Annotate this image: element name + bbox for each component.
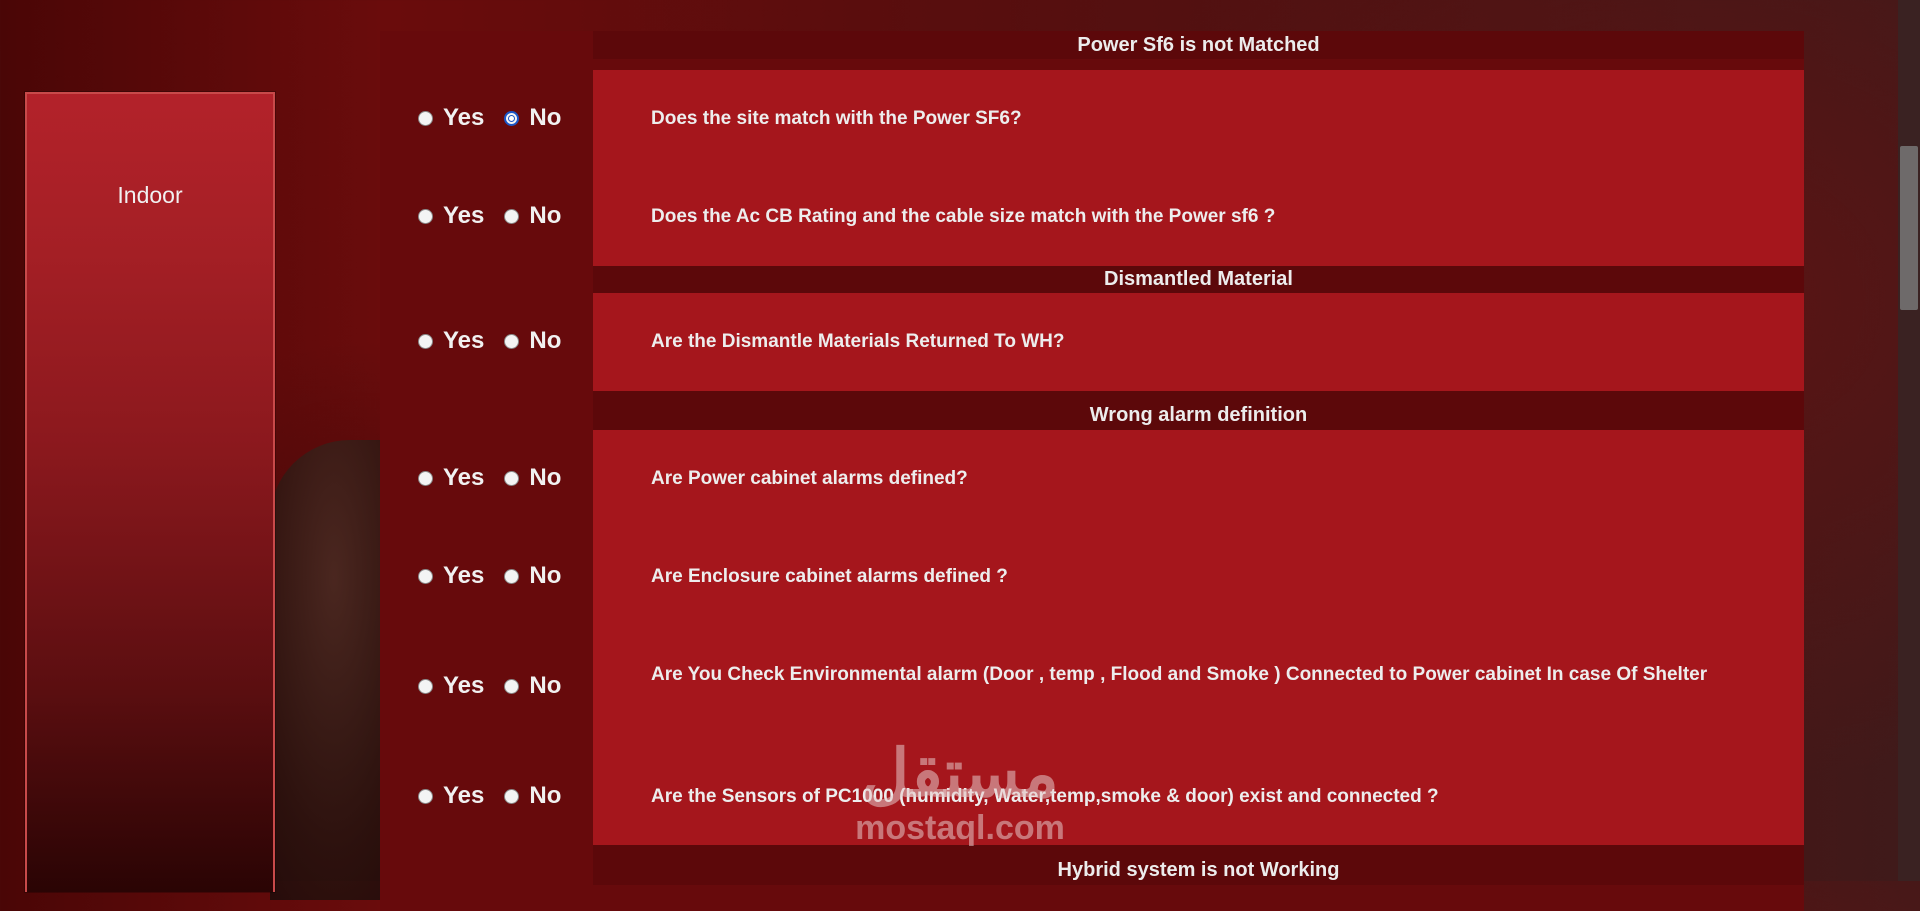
content-block [593, 430, 1804, 845]
yes-radio[interactable] [418, 208, 433, 224]
radio-group-q1: Yes No [418, 103, 593, 133]
no-label: No [529, 562, 562, 589]
no-label: No [529, 104, 562, 131]
question-text: Does the site match with the Power SF6? [651, 108, 1022, 129]
section-header: Power Sf6 is not Matched [593, 31, 1804, 59]
sidebar: Indoor [25, 92, 275, 892]
yes-radio[interactable] [418, 568, 433, 584]
section-header: Dismantled Material [593, 266, 1804, 293]
no-radio[interactable] [504, 208, 520, 224]
checklist-panel: Power Sf6 is not Matched Yes No Does the… [380, 31, 1804, 911]
no-label: No [529, 672, 562, 699]
no-radio[interactable] [504, 678, 520, 694]
yes-label: Yes [443, 104, 485, 131]
radio-group-q6: Yes No [418, 671, 593, 701]
yes-label: Yes [443, 562, 485, 589]
question-text: Are the Dismantle Materials Returned To … [651, 331, 1065, 352]
yes-radio[interactable] [418, 788, 433, 804]
no-label: No [529, 327, 562, 354]
yes-radio[interactable] [418, 470, 433, 486]
no-label: No [529, 782, 562, 809]
yes-radio[interactable] [418, 110, 433, 126]
question-text: Are the Sensors of PC1000 (humidity, Wat… [651, 786, 1439, 807]
content-block [593, 70, 1804, 266]
radio-group-q3: Yes No [418, 326, 593, 356]
no-label: No [529, 202, 562, 229]
radio-group-q5: Yes No [418, 561, 593, 591]
section-header: Hybrid system is not Working [593, 845, 1804, 885]
yes-label: Yes [443, 327, 485, 354]
question-text: Are Enclosure cabinet alarms defined ? [651, 566, 1008, 587]
question-text: Are Power cabinet alarms defined? [651, 468, 968, 489]
yes-label: Yes [443, 782, 485, 809]
no-radio-selected[interactable] [504, 110, 520, 126]
radio-group-q4: Yes No [418, 463, 593, 493]
radio-group-q2: Yes No [418, 201, 593, 231]
question-text: Are You Check Environmental alarm (Door … [651, 664, 1708, 685]
no-radio[interactable] [504, 333, 520, 349]
yes-radio[interactable] [418, 333, 433, 349]
yes-label: Yes [443, 202, 485, 229]
no-radio[interactable] [504, 470, 520, 486]
yes-radio[interactable] [418, 678, 433, 694]
yes-label: Yes [443, 672, 485, 699]
scrollbar-thumb[interactable] [1900, 146, 1918, 310]
no-radio[interactable] [504, 568, 520, 584]
yes-label: Yes [443, 464, 485, 491]
sidebar-item-indoor[interactable]: Indoor [27, 182, 273, 209]
vertical-scrollbar[interactable] [1898, 0, 1920, 881]
radio-group-q7: Yes No [418, 781, 593, 811]
no-label: No [529, 464, 562, 491]
no-radio[interactable] [504, 788, 520, 804]
question-text: Does the Ac CB Rating and the cable size… [651, 206, 1276, 227]
section-header: Wrong alarm definition [593, 391, 1804, 430]
